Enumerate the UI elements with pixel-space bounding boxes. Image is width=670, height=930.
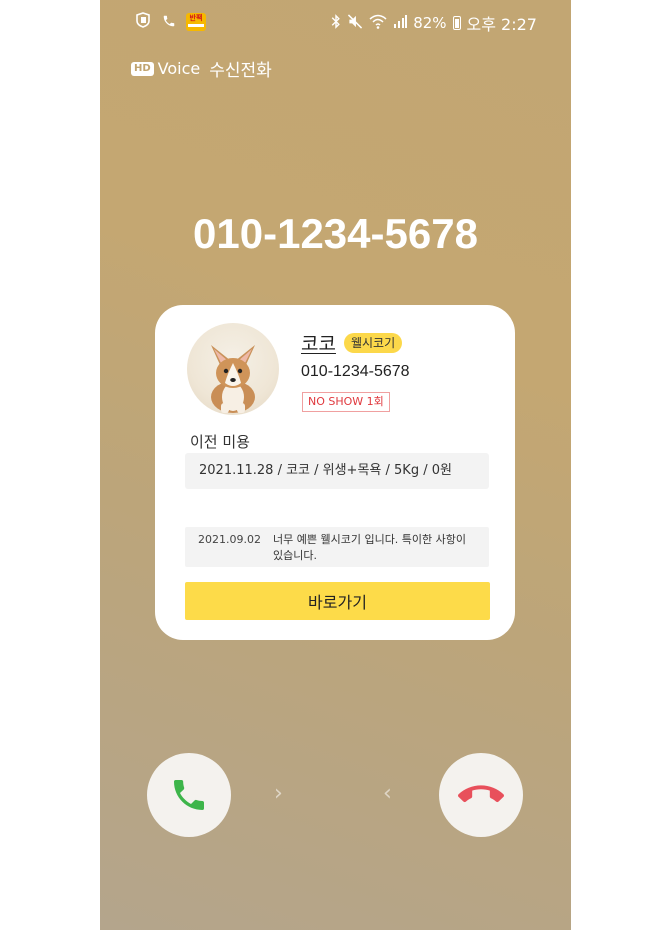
corgi-image [211, 345, 255, 413]
history-title: 이전 미용 [190, 433, 250, 451]
accept-call-button[interactable] [147, 753, 231, 837]
chevron-right-icon: › [274, 781, 283, 806]
hd-voice-label: Voice [157, 59, 201, 78]
app-badge-icon: 반팩 [186, 13, 206, 31]
pet-avatar [187, 323, 279, 415]
shield-icon [134, 12, 152, 32]
hd-badge: HD [131, 61, 154, 76]
phone-icon [174, 780, 204, 810]
wifi-icon [369, 14, 387, 33]
signal-icon [393, 14, 408, 32]
go-button[interactable]: 바로가기 [185, 582, 490, 620]
breed-badge: 웰시코기 [343, 332, 403, 353]
noshow-badge: NO SHOW 1회 [302, 392, 390, 412]
chevron-left-icon: ‹ [383, 781, 392, 806]
status-bar: 반팩 82% 오후 2:27 [100, 8, 571, 38]
customer-card: 코코 웰시코기 010-1234-5678 NO SHOW 1회 이전 미용 2… [155, 305, 515, 640]
hd-voice-indicator: HD Voice 수신전화 [131, 56, 272, 81]
customer-phone: 010-1234-5678 [301, 363, 410, 380]
clock: 오후 2:27 [466, 15, 537, 34]
incoming-call-screen: 반팩 82% 오후 2:27 HD Voice 수신전화 010-1234-56… [100, 0, 571, 930]
battery-percent: 82% [413, 14, 447, 32]
bluetooth-icon [331, 13, 341, 33]
memo-text: 너무 예쁜 웰시코기 입니다. 특이한 사항이 있습니다. [273, 533, 467, 562]
memo-date: 2021.09.02 [198, 533, 261, 546]
hangup-icon [458, 785, 504, 803]
memo-box: 2021.09.02 너무 예쁜 웰시코기 입니다. 특이한 사항이 있습니다. [185, 527, 489, 567]
pet-name-row: 코코 웰시코기 [301, 329, 403, 356]
decline-call-button[interactable] [439, 753, 523, 837]
mute-icon [347, 13, 363, 33]
caller-number: 010-1234-5678 [193, 210, 478, 257]
pet-name[interactable]: 코코 [301, 329, 336, 356]
battery-icon [452, 16, 461, 30]
history-entry: 2021.11.28 / 코코 / 위생+목욕 / 5Kg / 0원 [185, 453, 489, 489]
call-type-label: 수신전화 [209, 61, 272, 81]
call-status-icon [162, 13, 176, 32]
